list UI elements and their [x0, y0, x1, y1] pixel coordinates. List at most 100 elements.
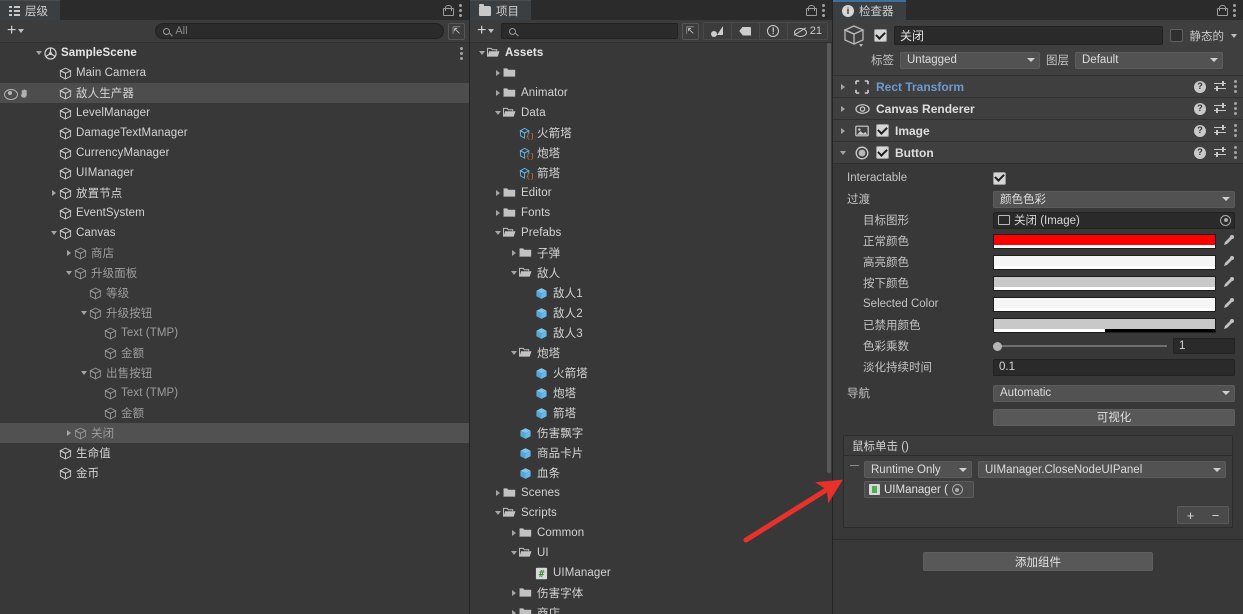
disclosure-triangle-open[interactable] — [508, 343, 519, 363]
gameobject-name-input[interactable]: 关闭 — [894, 26, 1163, 45]
disclosure-triangle-open[interactable] — [508, 543, 519, 563]
preset-icon[interactable] — [1214, 146, 1226, 159]
hierarchy-row[interactable]: DamageTextManager — [0, 123, 469, 143]
lock-icon[interactable] — [1217, 4, 1228, 16]
eye-icon[interactable] — [4, 88, 18, 100]
kebab-menu-icon[interactable] — [1234, 124, 1237, 137]
disabled-color-swatch[interactable] — [993, 317, 1216, 333]
disclosure-triangle-closed[interactable] — [508, 243, 519, 263]
hierarchy-row[interactable]: 金额 — [0, 403, 469, 423]
disclosure-triangle-open[interactable] — [63, 263, 74, 283]
hierarchy-row[interactable]: 放置节点 — [0, 183, 469, 203]
disclosure-triangle-closed[interactable] — [492, 63, 503, 83]
warning-icon[interactable]: ! — [759, 23, 788, 39]
fade-duration-input[interactable]: 0.1 — [993, 358, 1235, 376]
project-row[interactable]: 炮塔 — [470, 383, 832, 403]
hierarchy-row[interactable]: 关闭 — [0, 423, 469, 443]
preset-icon[interactable] — [1214, 80, 1226, 93]
project-row[interactable]: # UIManager — [470, 563, 832, 583]
hierarchy-row[interactable]: 金额 — [0, 343, 469, 363]
disclosure-triangle-open[interactable] — [78, 363, 89, 383]
project-row[interactable]: 箭塔 — [470, 403, 832, 423]
disclosure-triangle-open[interactable] — [837, 143, 848, 163]
project-row[interactable]: Data — [470, 103, 832, 123]
eyedropper-icon[interactable] — [1221, 318, 1235, 333]
hierarchy-row[interactable]: UIManager — [0, 163, 469, 183]
tag-icon[interactable] — [731, 23, 760, 39]
color-multiplier-slider[interactable] — [993, 339, 1167, 354]
disclosure-triangle-closed[interactable] — [48, 183, 59, 203]
disclosure-triangle-closed[interactable] — [508, 583, 519, 603]
visualize-button[interactable]: 可视化 — [993, 408, 1235, 426]
hierarchy-search-input[interactable]: All — [155, 23, 444, 39]
disclosure-triangle-closed[interactable] — [837, 121, 848, 141]
component-header[interactable]: Rect Transform? — [833, 76, 1243, 98]
hierarchy-row[interactable]: 等级 — [0, 283, 469, 303]
navigation-dropdown[interactable]: Automatic — [993, 384, 1235, 402]
preset-icon[interactable] — [1214, 102, 1226, 115]
onclick-mode-dropdown[interactable]: Runtime Only — [864, 461, 972, 478]
search-expand-button[interactable]: ⇱ — [448, 22, 465, 40]
disclosure-triangle-closed[interactable] — [492, 83, 503, 103]
lock-icon[interactable] — [443, 4, 454, 16]
kebab-menu-icon[interactable] — [1234, 146, 1237, 159]
highlighted-color-swatch[interactable] — [993, 254, 1216, 270]
hidden-count-button[interactable]: 21 — [787, 23, 827, 39]
hierarchy-row[interactable]: 生命值 — [0, 443, 469, 463]
project-row[interactable]: 敌人 — [470, 263, 832, 283]
eyedropper-icon[interactable] — [1221, 234, 1235, 249]
kebab-menu-icon[interactable] — [1234, 102, 1237, 115]
component-enabled-checkbox[interactable] — [876, 124, 889, 137]
project-scrollbar[interactable] — [826, 43, 832, 614]
tab-inspector[interactable]: i 检查器 — [833, 0, 906, 20]
hierarchy-row[interactable]: Text (TMP) — [0, 383, 469, 403]
hierarchy-row[interactable]: 金币 — [0, 463, 469, 483]
disclosure-triangle-open[interactable] — [492, 503, 503, 523]
avatar-mask-icon[interactable] — [703, 23, 732, 39]
hierarchy-row[interactable]: LevelManager — [0, 103, 469, 123]
create-object-button[interactable]: + — [4, 22, 27, 40]
project-row[interactable] — [470, 63, 832, 83]
target-graphic-field[interactable]: 关闭 (Image) — [993, 211, 1235, 229]
help-icon[interactable]: ? — [1194, 80, 1206, 93]
kebab-menu-icon[interactable] — [1233, 3, 1236, 17]
hierarchy-row[interactable]: SampleScene — [0, 43, 469, 63]
disclosure-triangle-open[interactable] — [33, 43, 44, 63]
project-row[interactable]: 商品卡片 — [470, 443, 832, 463]
project-row[interactable]: Scripts — [470, 503, 832, 523]
layer-dropdown[interactable]: Default — [1075, 51, 1223, 69]
project-row[interactable]: UI — [470, 543, 832, 563]
disclosure-triangle-closed[interactable] — [508, 523, 519, 543]
gameobject-enabled-checkbox[interactable] — [874, 29, 887, 42]
selected-color-swatch[interactable] — [993, 296, 1216, 312]
help-icon[interactable]: ? — [1194, 124, 1206, 137]
disclosure-triangle-closed[interactable] — [508, 603, 519, 614]
project-row[interactable]: Scenes — [470, 483, 832, 503]
eyedropper-icon[interactable] — [1221, 276, 1235, 291]
project-row[interactable]: 商店 — [470, 603, 832, 614]
onclick-remove-button[interactable]: − — [1212, 508, 1220, 523]
project-row[interactable]: 敌人3 — [470, 323, 832, 343]
eyedropper-icon[interactable] — [1221, 297, 1235, 312]
disclosure-triangle-closed[interactable] — [492, 203, 503, 223]
hierarchy-row[interactable]: 升级按钮 — [0, 303, 469, 323]
disclosure-triangle-open[interactable] — [78, 303, 89, 323]
static-checkbox[interactable] — [1169, 29, 1183, 42]
search-expand-button[interactable]: ⇱ — [681, 22, 699, 40]
normal-color-swatch[interactable] — [993, 233, 1216, 249]
disclosure-triangle-closed[interactable] — [492, 183, 503, 203]
project-row[interactable]: {} 火箭塔 — [470, 123, 832, 143]
help-icon[interactable]: ? — [1194, 146, 1206, 159]
disclosure-triangle-open[interactable] — [48, 223, 59, 243]
project-row[interactable]: Common — [470, 523, 832, 543]
disclosure-triangle-closed[interactable] — [492, 483, 503, 503]
project-row[interactable]: {} 炮塔 — [470, 143, 832, 163]
disclosure-triangle-open[interactable] — [492, 103, 503, 123]
drag-handle-icon[interactable] — [850, 461, 859, 487]
hierarchy-row[interactable]: 升级面板 — [0, 263, 469, 283]
onclick-add-button[interactable]: + — [1187, 508, 1195, 523]
create-asset-button[interactable]: + — [474, 22, 497, 40]
disclosure-triangle-closed[interactable] — [63, 423, 74, 443]
scene-kebab-icon[interactable] — [460, 46, 463, 60]
object-picker-icon[interactable] — [951, 484, 963, 495]
